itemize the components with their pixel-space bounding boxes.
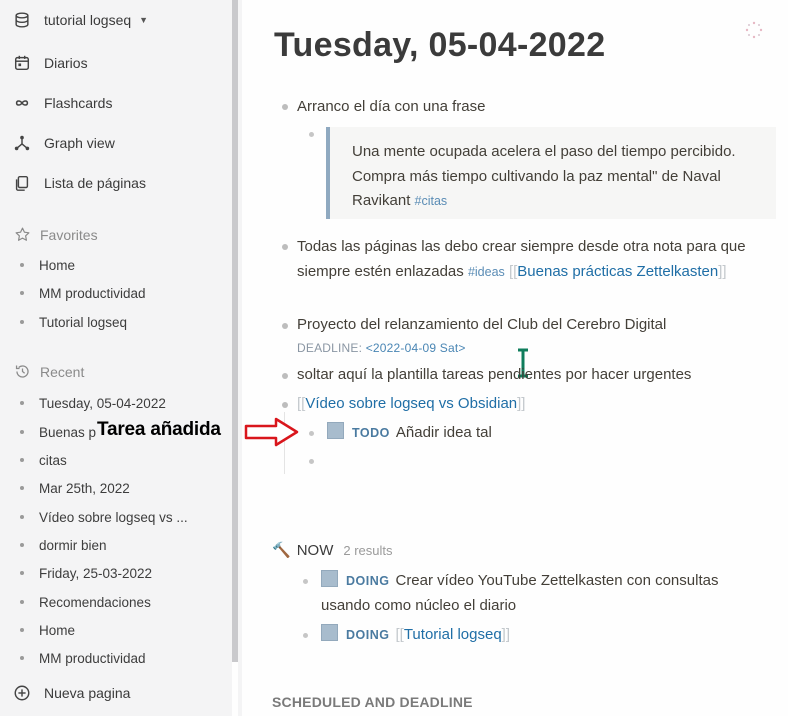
block-text[interactable]: [[Vídeo sobre logseq vs Obsidian]]: [297, 392, 525, 417]
favorite-item[interactable]: Tutorial logseq: [20, 312, 127, 332]
block-bullet[interactable]: [303, 633, 308, 638]
deadline-row: DEADLINE: <2022-04-09 Sat>: [297, 341, 466, 355]
tag-ideas[interactable]: #ideas: [468, 265, 505, 279]
doing-checkbox[interactable]: [321, 570, 338, 587]
recent-item[interactable]: Friday, 25-03-2022: [20, 563, 152, 583]
scheduled-deadline-header[interactable]: SCHEDULED AND DEADLINE: [272, 694, 473, 710]
nav-label: Flashcards: [44, 95, 113, 111]
recent-item[interactable]: Home: [20, 620, 75, 640]
nav-all-pages[interactable]: Lista de páginas: [12, 171, 146, 195]
recent-item[interactable]: citas: [20, 450, 67, 470]
block-bullet[interactable]: [282, 104, 288, 110]
page-title[interactable]: Tuesday, 05-04-2022: [274, 26, 605, 65]
page-link[interactable]: Vídeo sobre logseq vs Obsidian: [305, 395, 517, 412]
recent-item[interactable]: dormir bien: [20, 535, 107, 555]
chevron-down-icon: ▼: [139, 15, 149, 25]
main-content: Tuesday, 05-04-2022 Arranco el día con u…: [242, 0, 788, 716]
annotation-label: Tarea añadida: [97, 419, 221, 440]
sparkle-icon[interactable]: [742, 18, 766, 42]
empty-block-bullet[interactable]: [309, 459, 314, 464]
recent-title: Recent: [40, 364, 85, 380]
hammer-icon: 🔨: [272, 542, 291, 559]
recent-item[interactable]: Tuesday, 05-04-2022: [20, 393, 166, 413]
calendar-icon: [12, 53, 32, 73]
doing-block[interactable]: DOING [[Tutorial logseq]]: [321, 623, 510, 648]
page-link[interactable]: Tutorial logseq: [404, 626, 502, 643]
now-query-header[interactable]: 🔨 NOW 2 results: [272, 541, 393, 560]
block-text[interactable]: Arranco el día con una frase: [297, 95, 485, 120]
favorites-title: Favorites: [40, 227, 98, 243]
favorite-item[interactable]: MM productividad: [20, 283, 146, 303]
block-bullet[interactable]: [282, 373, 288, 379]
tag-citas[interactable]: #citas: [415, 194, 448, 208]
recent-item[interactable]: Mar 25th, 2022: [20, 478, 130, 498]
page-link[interactable]: Buenas prácticas Zettelkasten: [517, 263, 718, 280]
deadline-date[interactable]: <2022-04-09 Sat>: [366, 341, 466, 355]
recent-item[interactable]: MM productividad: [20, 648, 146, 668]
now-title: NOW: [296, 541, 334, 559]
block-bullet[interactable]: [282, 244, 288, 250]
nav-label: Diarios: [44, 55, 88, 71]
new-page-label: Nueva pagina: [44, 685, 131, 701]
block-text[interactable]: soltar aquí la plantilla tareas pendient…: [297, 363, 691, 388]
doing-checkbox[interactable]: [321, 624, 338, 641]
graph-name: tutorial logseq: [44, 12, 132, 28]
block-bullet[interactable]: [309, 431, 314, 436]
todo-block[interactable]: TODO Añadir idea tal: [327, 421, 492, 446]
nav-label: Graph view: [44, 135, 115, 151]
recent-item[interactable]: Buenas p: [20, 422, 96, 442]
favorites-header[interactable]: Favorites: [14, 224, 98, 246]
todo-marker[interactable]: TODO: [352, 426, 390, 440]
block-bullet[interactable]: [303, 579, 308, 584]
nav-label: Lista de páginas: [44, 175, 146, 191]
doing-marker[interactable]: DOING: [346, 574, 389, 588]
block-bullet[interactable]: [282, 323, 288, 329]
star-icon: [14, 226, 32, 244]
recent-header[interactable]: Recent: [14, 361, 84, 383]
quote-text: Una mente ocupada acelera el paso del ti…: [352, 143, 736, 209]
arrow-right-icon: [244, 416, 300, 453]
favorite-item[interactable]: Home: [20, 255, 75, 275]
nav-graph-view[interactable]: Graph view: [12, 131, 115, 155]
block-text[interactable]: Todas las páginas las debo crear siempre…: [297, 235, 767, 284]
block-bullet[interactable]: [309, 132, 314, 137]
left-sidebar: tutorial logseq ▼ Diarios Flashcards Gra…: [0, 0, 232, 716]
todo-text: Añadir idea tal: [395, 424, 492, 441]
recent-item[interactable]: Recomendaciones: [20, 592, 151, 612]
doing-marker[interactable]: DOING: [346, 628, 389, 642]
database-icon: [12, 10, 32, 30]
quote-block[interactable]: Una mente ocupada acelera el paso del ti…: [326, 127, 776, 219]
infinity-icon: [12, 93, 32, 113]
graph-selector[interactable]: tutorial logseq ▼: [12, 8, 148, 32]
new-page-button[interactable]: Nueva pagina: [12, 681, 130, 705]
graph-icon: [12, 133, 32, 153]
results-count: 2 results: [343, 542, 393, 558]
block-text[interactable]: Proyecto del relanzamiento del Club del …: [297, 313, 666, 338]
plus-circle-icon: [12, 683, 32, 703]
recent-item[interactable]: Vídeo sobre logseq vs ...: [20, 507, 188, 527]
nav-flashcards[interactable]: Flashcards: [12, 91, 112, 115]
nav-journals[interactable]: Diarios: [12, 51, 88, 75]
todo-checkbox[interactable]: [327, 422, 344, 439]
pages-icon: [12, 173, 32, 193]
block-bullet[interactable]: [282, 402, 288, 408]
history-icon: [14, 363, 32, 381]
doing-block[interactable]: DOING Crear vídeo YouTube Zettelkasten co…: [321, 569, 771, 618]
